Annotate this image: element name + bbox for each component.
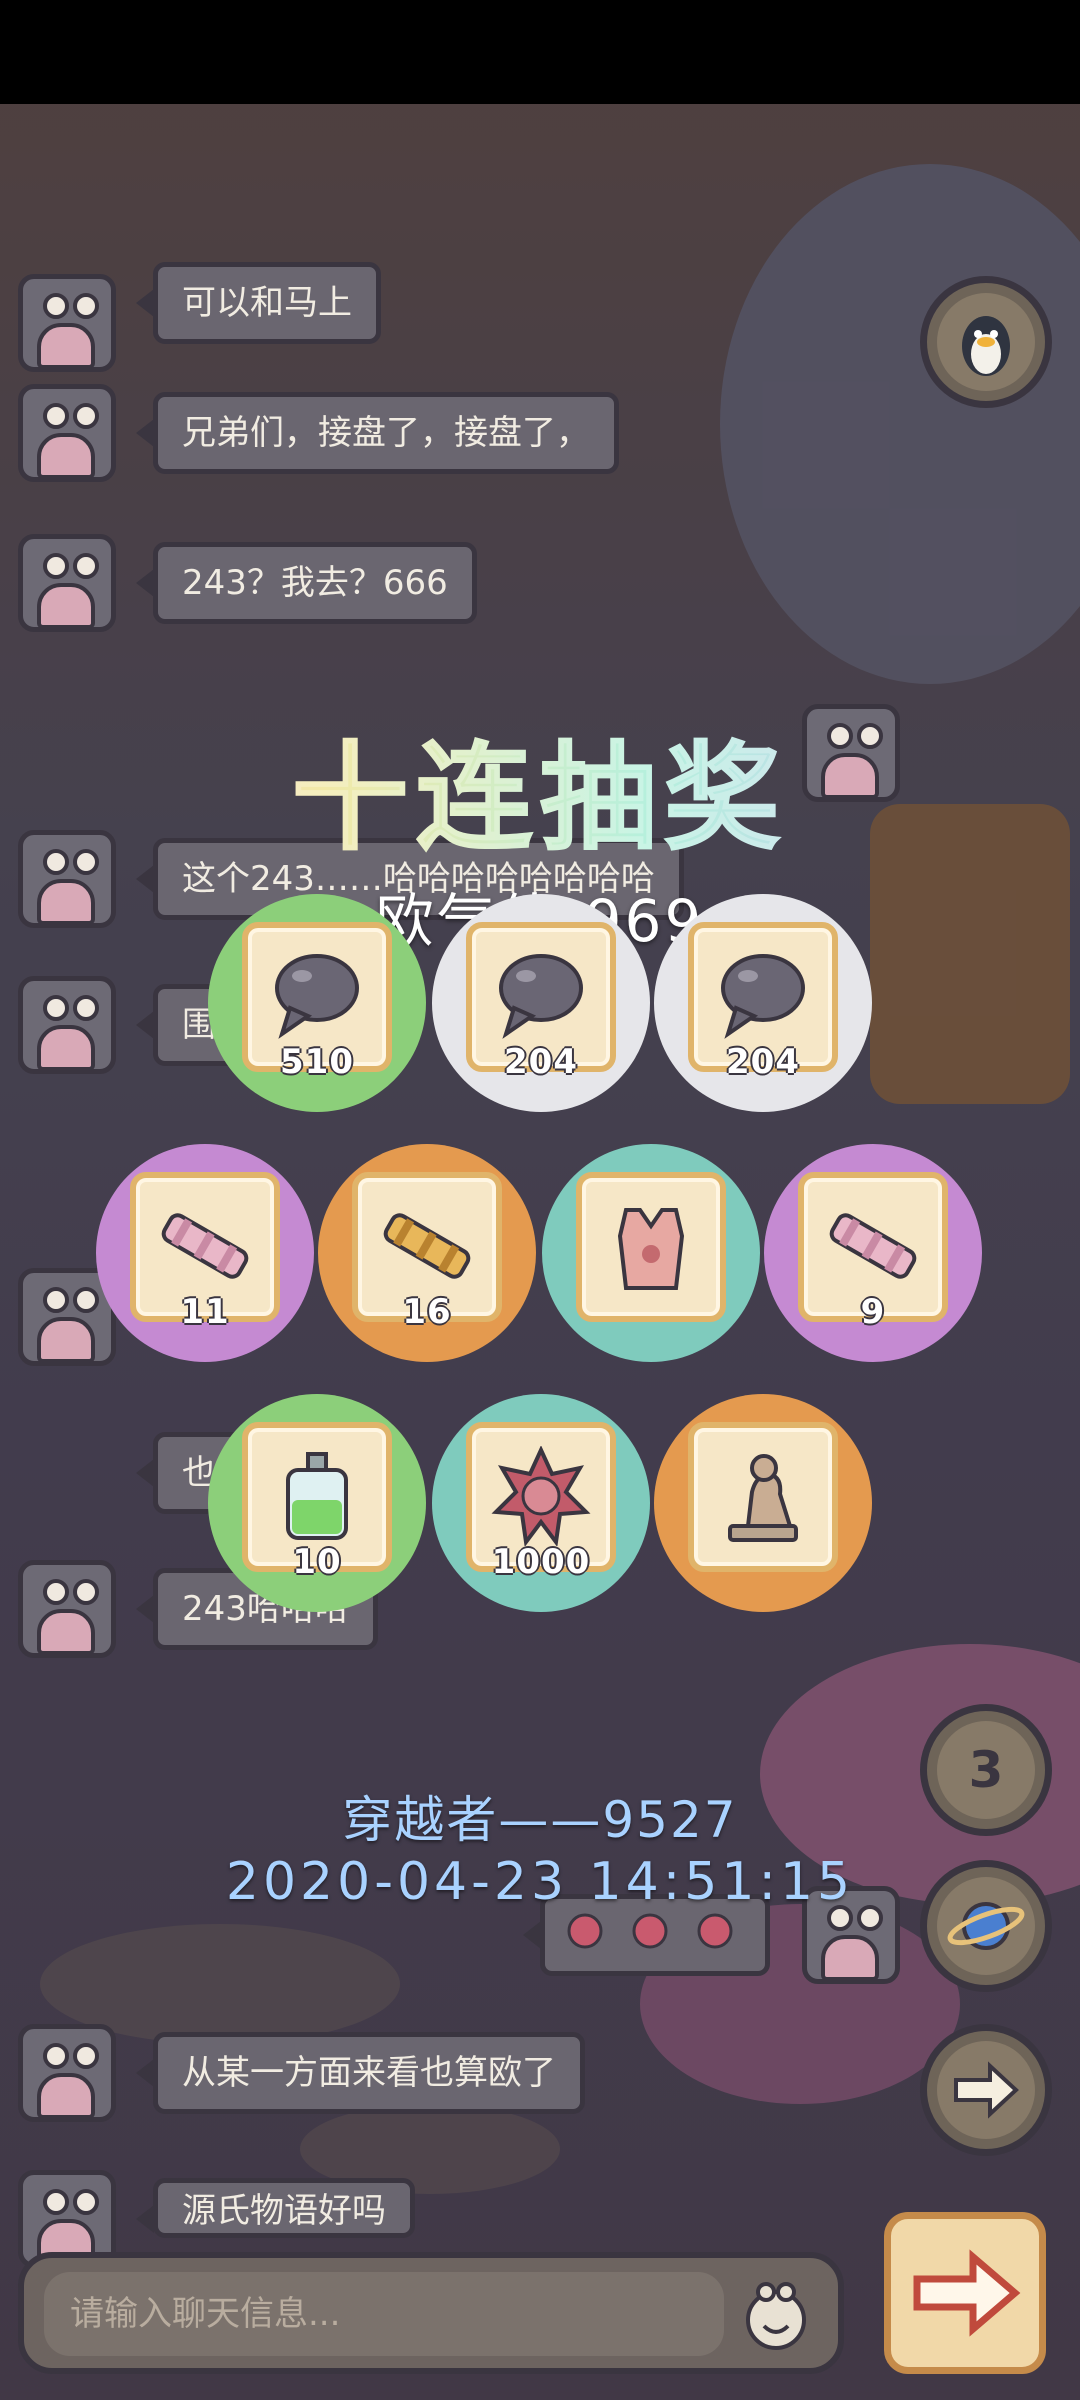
reward-count: 510: [280, 1042, 354, 1082]
golden-scroll-icon: [383, 1213, 471, 1279]
gacha-title: 十连抽奖: [0, 704, 1080, 872]
reward-item-grey-bubble[interactable]: 510: [208, 894, 426, 1112]
snail-avatar: [18, 534, 116, 632]
chat-input-bar: 请输入聊天信息...: [18, 2252, 844, 2374]
reward-count: 204: [504, 1042, 578, 1082]
grey-bubble-icon: [721, 954, 805, 1039]
game-scene: 可以和马上 兄弟们，接盘了，接盘了， 243？我去？666 这个243……哈哈哈…: [0, 104, 1080, 2400]
snail-avatar: [18, 384, 116, 482]
pink-scroll-icon: [829, 1213, 917, 1279]
chat-bubble: 源氏物语好吗: [136, 2178, 415, 2238]
reward-item-green-potion[interactable]: 10: [208, 1394, 426, 1612]
grey-bubble-icon: [275, 954, 359, 1039]
green-potion-icon: [286, 1452, 348, 1540]
pink-vest-icon: [617, 1208, 685, 1290]
reward-count: 1000: [491, 1542, 591, 1582]
reward-item-pink-vest[interactable]: [542, 1144, 760, 1362]
chat-bubble: 从某一方面来看也算欧了: [136, 2032, 585, 2114]
snail-avatar: [18, 2024, 116, 2122]
chat-bubble: 兄弟们，接盘了，接盘了，: [136, 392, 619, 474]
reward-item-pink-scroll[interactable]: 9: [764, 1144, 982, 1362]
grey-bubble-icon: [499, 954, 583, 1039]
reward-count: 11: [180, 1292, 230, 1332]
chat-input[interactable]: 请输入聊天信息...: [44, 2272, 724, 2356]
send-button[interactable]: [884, 2212, 1046, 2374]
reward-item-pink-scroll[interactable]: 11: [96, 1144, 314, 1362]
snail-avatar: [18, 976, 116, 1074]
chat-bubble: 243？我去？666: [136, 542, 477, 624]
reward-count: 9: [860, 1292, 886, 1332]
status-bar: [0, 0, 1080, 104]
arrow-right-icon: [954, 2061, 1019, 2119]
reward-item-grey-bubble[interactable]: 204: [432, 894, 650, 1112]
pink-scroll-icon: [161, 1213, 249, 1279]
thinker-statue-icon: [728, 1454, 798, 1542]
reward-item-grey-bubble[interactable]: 204: [654, 894, 872, 1112]
snail-avatar: [18, 1560, 116, 1658]
reward-item-golden-scroll[interactable]: 16: [318, 1144, 536, 1362]
reward-count: 16: [402, 1292, 452, 1332]
reward-item-sea-urchin[interactable]: 1000: [432, 1394, 650, 1612]
send-arrow-icon: [913, 2249, 1021, 2337]
penguin-button[interactable]: [920, 276, 1052, 408]
forward-button[interactable]: [920, 2024, 1052, 2156]
reward-item-thinker-statue[interactable]: [654, 1394, 872, 1612]
reward-count: 10: [292, 1542, 342, 1582]
chat-bubble: 可以和马上: [136, 262, 381, 344]
draw-timestamp: 2020-04-23 14:51:15: [225, 1852, 855, 1912]
reward-count: 204: [726, 1042, 800, 1082]
player-name: 穿越者——9527: [342, 1791, 738, 1849]
snail-avatar: [18, 274, 116, 372]
snail-emoji-icon[interactable]: [734, 2272, 818, 2356]
penguin-icon: [962, 316, 1010, 376]
sea-urchin-icon: [491, 1446, 591, 1546]
